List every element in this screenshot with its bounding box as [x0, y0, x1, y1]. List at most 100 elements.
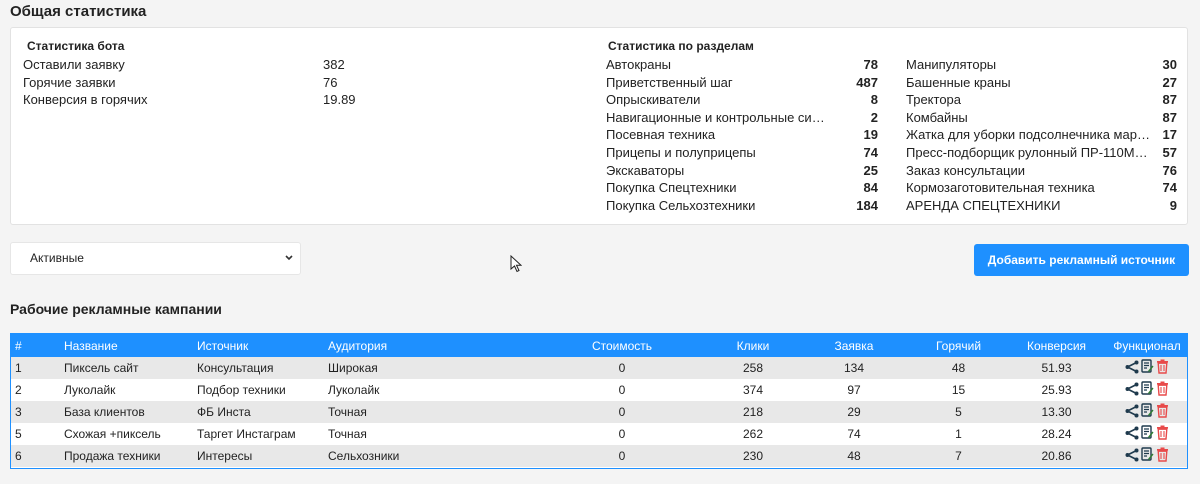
stat-value: 9 — [1169, 197, 1177, 213]
edit-icon[interactable] — [1141, 359, 1154, 377]
cell-hot: 1 — [955, 427, 962, 441]
cell-actions — [1105, 379, 1187, 401]
cell-conversion: 28.24 — [1041, 427, 1072, 441]
cell-actions — [1105, 445, 1187, 467]
stat-row: Кормозаготовительная техника 74 — [906, 179, 1177, 197]
chevron-down-icon — [284, 243, 294, 287]
share-icon[interactable] — [1125, 404, 1139, 421]
stat-label: Горячие заявки — [23, 74, 116, 90]
cell-actions — [1105, 401, 1187, 423]
stat-label: Жатка для уборки подсолнечника марки НА.… — [906, 127, 1151, 143]
table-row: 2 Луколайк Подбор техники Луколайк 0 374 97 15 2… — [11, 379, 1187, 401]
stat-row: Конверсия в горячих 19.89 — [23, 91, 363, 109]
stat-row: Башенные краны 27 — [906, 74, 1177, 92]
cell-audience: Широкая — [328, 361, 378, 375]
cell-cost: 0 — [618, 449, 626, 463]
cell-name: Схожая +пиксель — [64, 427, 161, 441]
stat-value: 19 — [863, 127, 878, 143]
stat-value: 487 — [856, 74, 878, 90]
campaigns-table: # Название Источник Аудитория Стоимость … — [10, 333, 1188, 469]
col-header-audience: Аудитория — [328, 338, 388, 353]
stat-label: Покупка Сельхозтехники — [606, 197, 756, 213]
cell-source: ФБ Инста — [197, 405, 251, 419]
trash-icon[interactable] — [1156, 403, 1169, 421]
stat-row: Навигационные и контрольные системы 2 — [606, 109, 878, 127]
table-row: 6 Продажа техники Интересы Сельхозники 0 230 4… — [11, 445, 1187, 467]
stat-label: Пресс-подборщик рулонный ПР-110М; -145М.… — [906, 144, 1151, 160]
stat-row: Посевная техника 19 — [606, 126, 878, 144]
stat-value: 87 — [1162, 109, 1177, 125]
stat-value: 382 — [323, 57, 345, 72]
cell-leads: 97 — [847, 383, 861, 397]
trash-icon[interactable] — [1156, 447, 1169, 465]
status-filter-select[interactable]: Активные — [10, 242, 301, 275]
add-ad-source-button[interactable]: Добавить рекламный источник — [974, 244, 1189, 276]
stat-row: Покупка Спецтехники 84 — [606, 179, 878, 197]
cell-hot: 5 — [955, 405, 962, 419]
stat-label: Манипуляторы — [906, 57, 997, 72]
cell-conversion: 20.86 — [1041, 449, 1072, 463]
table-row: 5 Схожая +пиксель Таргет Инстаграм Точная 0 2… — [11, 423, 1187, 445]
stat-label: Автокраны — [606, 57, 671, 72]
stat-value: 57 — [1162, 144, 1177, 160]
edit-icon[interactable] — [1141, 403, 1154, 421]
stat-row: Заказ консультации 76 — [906, 162, 1177, 180]
cell-audience: Точная — [328, 427, 367, 441]
cell-source: Интересы — [197, 449, 253, 463]
cell-number: 2 — [15, 383, 22, 397]
cell-clicks: 258 — [742, 361, 764, 375]
stat-label: Покупка Спецтехники — [606, 180, 737, 196]
trash-icon[interactable] — [1156, 425, 1169, 443]
stat-row: Тректора 87 — [906, 91, 1177, 109]
share-icon[interactable] — [1125, 360, 1139, 377]
stat-label: Тректора — [906, 92, 962, 108]
status-filter-value: Активные — [30, 251, 84, 265]
cell-conversion: 51.93 — [1041, 361, 1072, 375]
stat-label: Оставили заявку — [23, 57, 125, 72]
stat-label: Комбайны — [906, 109, 968, 125]
share-icon[interactable] — [1125, 382, 1139, 399]
col-header-name: Название — [64, 338, 118, 353]
stat-label: Заказ консультации — [906, 162, 1026, 178]
cell-clicks: 262 — [742, 427, 764, 441]
share-icon[interactable] — [1125, 426, 1139, 443]
trash-icon[interactable] — [1156, 381, 1169, 399]
stat-row: Покупка Сельхозтехники 184 — [606, 197, 878, 215]
cell-number: 6 — [15, 449, 22, 463]
stat-label: Экскаваторы — [606, 162, 685, 178]
stat-value: 87 — [1162, 92, 1177, 108]
cell-cost: 0 — [618, 383, 626, 397]
stat-row: Пресс-подборщик рулонный ПР-110М; -145М.… — [906, 144, 1177, 162]
stats-card: Статистика бота Оставили заявку 382 Горячи… — [10, 27, 1188, 225]
campaigns-title: Рабочие рекламные кампании — [10, 301, 222, 317]
cell-audience: Луколайк — [328, 383, 380, 397]
stat-value: 30 — [1162, 57, 1177, 72]
cell-leads: 48 — [847, 449, 861, 463]
edit-icon[interactable] — [1141, 381, 1154, 399]
edit-icon[interactable] — [1141, 425, 1154, 443]
stat-value: 27 — [1162, 74, 1177, 90]
cell-source: Консультация — [197, 361, 274, 375]
stat-row: Автокраны 78 — [606, 56, 878, 74]
table-header-row: # Название Источник Аудитория Стоимость … — [11, 334, 1187, 357]
cell-number: 3 — [15, 405, 22, 419]
share-icon[interactable] — [1125, 448, 1139, 465]
stat-value: 184 — [856, 197, 878, 213]
col-header-leads: Заявка — [834, 338, 874, 353]
stat-value: 76 — [323, 74, 338, 90]
trash-icon[interactable] — [1156, 359, 1169, 377]
col-header-number: # — [15, 338, 22, 353]
edit-icon[interactable] — [1141, 447, 1154, 465]
cell-cost: 0 — [618, 405, 626, 419]
col-header-conversion: Конверсия — [1026, 338, 1087, 353]
stat-value: 19.89 — [323, 92, 356, 108]
cell-actions — [1105, 423, 1187, 445]
cell-name: Луколайк — [64, 383, 116, 397]
stat-label: Башенные краны — [906, 74, 1011, 90]
cell-cost: 0 — [618, 427, 626, 441]
cell-hot: 15 — [951, 383, 966, 397]
stat-value: 2 — [870, 109, 878, 125]
stat-label: Кормозаготовительная техника — [906, 180, 1095, 196]
cell-name: Пиксель сайт — [64, 361, 139, 375]
stat-value: 74 — [1162, 180, 1177, 196]
